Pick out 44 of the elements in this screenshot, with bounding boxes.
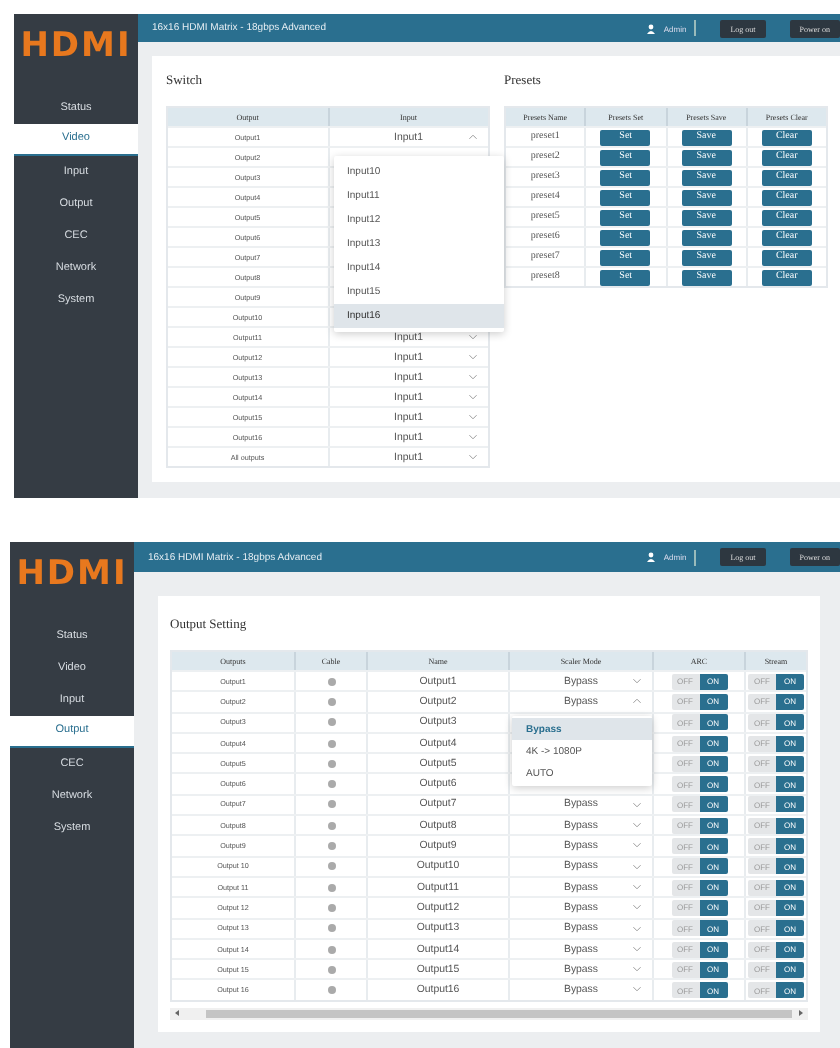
chevron-down-icon: [632, 966, 642, 973]
cable-status-dot: [327, 883, 335, 892]
chevron-up-icon: [468, 134, 478, 140]
logo: HDMI: [18, 24, 134, 70]
chevron-down-icon: [632, 945, 642, 952]
cable-status-dot: [327, 821, 335, 830]
chevron-down-icon: [632, 842, 642, 849]
chevron-down-icon: [468, 454, 478, 460]
cable-status-dot: [327, 862, 335, 871]
horizontal-scrollbar[interactable]: [170, 1007, 808, 1020]
chevron-down-icon: [468, 434, 478, 440]
chevron-down-icon: [468, 374, 478, 380]
chevron-down-icon: [632, 801, 642, 808]
chevron-down-icon: [468, 354, 478, 360]
chevron-down-icon: [468, 334, 478, 340]
chevron-down-icon: [468, 394, 478, 400]
scroll-right-icon[interactable]: [796, 1008, 806, 1019]
cable-status-dot: [327, 800, 335, 809]
chevron-up-icon: [632, 698, 642, 705]
cable-status-dot: [327, 759, 335, 768]
chevron-down-icon: [632, 904, 642, 911]
logo: HDMI: [14, 552, 130, 598]
cable-status-dot: [327, 677, 335, 686]
cable-status-dot: [327, 739, 335, 748]
cable-status-dot: [327, 903, 335, 912]
cable-status-dot: [327, 697, 335, 706]
cable-status-dot: [327, 986, 335, 995]
cable-status-dot: [327, 780, 335, 789]
user-icon: [645, 23, 656, 33]
chevron-down-icon: [632, 986, 642, 993]
chevron-down-icon: [632, 883, 642, 890]
chevron-down-icon: [468, 414, 478, 420]
cable-status-dot: [327, 945, 335, 953]
cable-status-dot: [327, 718, 335, 727]
chevron-down-icon: [632, 925, 642, 932]
cable-status-dot: [327, 924, 335, 933]
chevron-down-icon: [632, 863, 642, 870]
scroll-thumb[interactable]: [206, 1009, 792, 1018]
cable-status-dot: [327, 842, 335, 851]
cable-status-dot: [327, 965, 335, 974]
user-icon: [645, 552, 656, 562]
scroll-left-icon[interactable]: [172, 1008, 182, 1019]
chevron-down-icon: [632, 822, 642, 829]
chevron-down-icon: [632, 678, 642, 684]
